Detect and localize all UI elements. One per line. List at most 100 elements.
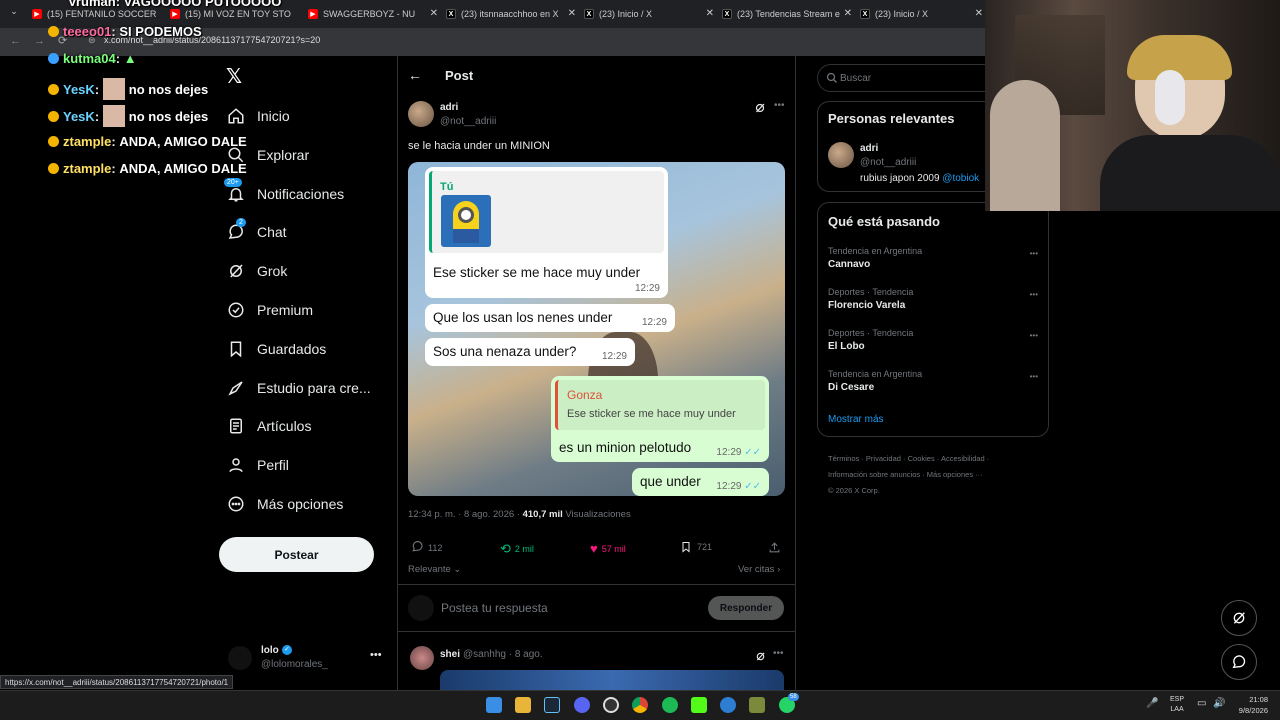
back-button[interactable]: ← [408,67,422,83]
show-more-link[interactable]: Mostrar más [828,414,884,425]
trend-item[interactable]: Deportes · Tendencia Florencio Varela ••• [828,287,1038,311]
bookmark-action[interactable]: 721 [680,541,712,553]
messages-float-button[interactable] [1221,644,1257,680]
more-dots-icon[interactable]: ••• [370,649,382,661]
close-icon[interactable]: ✕ [568,8,576,19]
footer-line[interactable]: Información sobre anuncios · Más opcione… [828,467,1028,483]
footer-line[interactable]: Términos · Privacidad · Cookies · Accesi… [828,451,1028,467]
grok-float-button[interactable] [1221,600,1257,636]
file-explorer-icon[interactable] [515,697,531,713]
tab-label: (15) MI VOZ EN TOY STO [185,9,291,19]
post-text: se le hacia under un MINION [408,140,550,152]
sort-dropdown[interactable]: Relevante ⌄ [408,564,461,575]
browser-tab[interactable]: X (23) Tendencias Stream e ✕ [722,4,852,24]
language-indicator[interactable]: ESP LAA [1170,695,1184,715]
close-icon[interactable]: ✕ [975,8,983,19]
share-icon[interactable] [768,541,781,554]
app-icon[interactable] [720,697,736,713]
discord-icon[interactable] [574,697,590,713]
chrome-icon[interactable] [632,697,648,713]
bio-link[interactable]: @tobiok [942,173,979,184]
microphone-icon[interactable]: 🎤 [1146,698,1158,709]
nav-item-grok[interactable]: Grok [226,257,287,285]
close-icon[interactable]: ✕ [706,8,714,19]
reply-input[interactable]: Postea tu respuesta [441,601,548,615]
volume-icon[interactable]: 🔊 [1213,698,1225,709]
obs-icon[interactable] [603,697,619,713]
trend-item[interactable]: Tendencia en Argentina Di Cesare ••• [828,369,1038,393]
spotify-icon[interactable] [662,697,678,713]
tab-list-button[interactable]: ⌄ [6,6,22,22]
nav-item-articulos[interactable]: Artículos [226,412,311,440]
more-dots-icon[interactable]: ••• [1030,249,1038,258]
post-button[interactable]: Postear [219,537,374,572]
browser-tab[interactable]: X (23) Inicio / X ✕ [584,4,714,24]
nav-item-notificaciones[interactable]: 20+ Notificaciones [224,178,344,208]
notes-app-icon[interactable] [749,697,765,713]
kick-icon[interactable] [691,697,707,713]
x-logo-icon[interactable]: 𝕏 [226,64,242,89]
article-icon [226,416,246,436]
account-switcher[interactable]: lolo ✓ @lolomorales_ ••• [228,644,386,674]
network-icon[interactable]: ▭ [1197,698,1206,709]
browser-tab[interactable]: X (23) itsnnaacchhoo en X ✕ [446,4,576,24]
more-dots-icon[interactable]: ••• [774,100,785,111]
nav-item-chat[interactable]: 2 Chat [226,218,287,246]
x-logo-icon: X [860,9,870,19]
more-dots-icon[interactable]: ••• [773,648,784,659]
search-bar[interactable]: Buscar [817,64,997,92]
avatar[interactable] [828,142,854,168]
footer-links[interactable]: Términos · Privacidad · Cookies · Accesi… [828,451,1028,499]
avatar[interactable] [410,646,434,670]
nav-label: Guardados [257,341,327,357]
browser-tab-active[interactable]: X (23) Inicio / X ✕ [860,4,985,24]
forward-arrow-icon[interactable]: → [34,35,45,47]
avatar[interactable] [408,101,434,127]
more-dots-icon[interactable]: ••• [1030,290,1038,299]
chat-username: ztample [63,161,112,176]
nav-item-perfil[interactable]: Perfil [226,451,289,479]
nav-label: Artículos [257,418,312,434]
nav-item-estudio[interactable]: Estudio para cre... [226,374,371,402]
emote-icon [102,105,125,127]
post-image[interactable]: Tú Ese sticker se me hace muy under 12:2… [408,162,785,496]
clock[interactable]: 21:08 9/8/2026 [1234,694,1268,716]
person-icon [226,455,246,475]
more-dots-icon[interactable]: ••• [1030,372,1038,381]
trend-item[interactable]: Deportes · Tendencia El Lobo ••• [828,328,1038,352]
grok-icon[interactable] [754,101,766,119]
nav-label: Perfil [257,457,289,473]
nav-item-mas-opciones[interactable]: Más opciones [226,490,343,518]
search-input[interactable]: Buscar [840,73,871,84]
chevron-right-icon: › [777,564,781,575]
reply-action[interactable]: 112 [411,541,442,554]
trend-item[interactable]: Tendencia en Argentina Cannavo ••• [828,246,1038,270]
windows-start-icon[interactable] [486,697,502,713]
chat-message: Que los usan los nenes under [433,310,613,325]
repost-action[interactable]: ⟲ 2 mil [500,541,534,557]
nav-item-guardados[interactable]: Guardados [226,335,326,363]
chat-time: 12:29 [641,317,667,328]
nav-item-inicio[interactable]: Inicio [226,102,290,130]
browser-tab[interactable]: ▶ SWAGGERBOYZ - NU ✕ [308,4,438,24]
like-action[interactable]: ♥ 57 mil [590,541,626,556]
steam-icon[interactable] [544,697,560,713]
reply-author-name[interactable]: shei [440,649,460,660]
reply-button[interactable]: Responder [708,596,784,620]
chat-icon [1232,655,1246,669]
bookmark-icon [682,542,690,553]
sort-label: Relevante [408,564,451,575]
nav-item-premium[interactable]: Premium [226,296,313,324]
post-author-handle[interactable]: @not__adriii [440,116,496,127]
post-author-name[interactable]: adri [440,102,458,113]
person-name[interactable]: adri [860,143,878,154]
view-quotes-link[interactable]: Ver citas › [738,564,780,575]
back-arrow-icon[interactable]: ← [10,35,21,47]
reply-image[interactable] [440,670,784,690]
grok-icon[interactable] [755,649,766,667]
badge-icon [48,136,59,147]
close-icon[interactable]: ✕ [844,8,852,19]
grok-icon [1233,612,1245,624]
close-icon[interactable]: ✕ [430,8,438,19]
more-dots-icon[interactable]: ••• [1030,331,1038,340]
